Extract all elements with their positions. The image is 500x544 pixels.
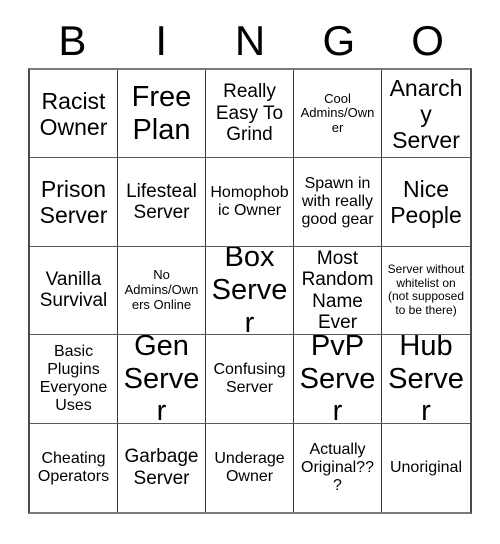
bingo-cell[interactable]: Lifesteal Server [118, 158, 206, 247]
bingo-cell[interactable]: PvP Server [294, 335, 382, 424]
bingo-cell-label: Nice People [390, 176, 462, 229]
bingo-cell[interactable]: Racist Owner [30, 70, 118, 159]
bingo-cell-label: Really Easy To Grind [215, 81, 284, 146]
bingo-cell-label: Basic Plugins Everyone Uses [39, 342, 108, 414]
bingo-cell-label: PvP Server [299, 335, 376, 424]
bingo-cell-label: Confusing Server [213, 360, 286, 396]
bingo-cell-label: Actually Original??? [301, 440, 374, 494]
bingo-header-letter-n: N [234, 17, 266, 64]
bingo-cell[interactable]: Confusing Server [206, 335, 294, 424]
bingo-cell[interactable]: Actually Original??? [294, 423, 382, 512]
bingo-header-letter-g: G [322, 17, 356, 64]
bingo-cell[interactable]: Box Server [206, 246, 294, 336]
bingo-cell-label: Server without whitelist on (not suppose… [387, 262, 465, 318]
bingo-grid: Racist Owner Free Plan Really Easy To Grin… [28, 68, 472, 514]
bingo-cell-label: Spawn in with really good gear [301, 174, 374, 229]
bingo-cell[interactable]: Spawn in with really good gear [294, 158, 382, 247]
bingo-cell[interactable]: Basic Plugins Everyone Uses [30, 335, 118, 424]
bingo-cell-label: Racist Owner [39, 87, 108, 140]
bingo-cell[interactable]: Unoriginal [382, 423, 470, 512]
bingo-cell-label: Box Server [211, 246, 288, 336]
bingo-cell[interactable]: Server without whitelist on (not suppose… [382, 246, 470, 336]
bingo-cell[interactable]: Really Easy To Grind [206, 70, 294, 159]
bingo-cell-label: Prison Server [39, 176, 108, 229]
bingo-cell[interactable]: Garbage Server [118, 423, 206, 512]
bingo-cell-label: Most Random Name Ever [301, 247, 374, 333]
bingo-cell-label: Homophobic Owner [210, 184, 289, 220]
bingo-header-letter-i: I [155, 17, 168, 64]
bingo-cell-label: Cheating Operators [37, 449, 110, 485]
bingo-cell[interactable]: Prison Server [30, 158, 118, 247]
bingo-cell-label: Vanilla Survival [39, 269, 108, 312]
bingo-cell-label: Garbage Server [124, 446, 199, 489]
bingo-header-letter-b: B [58, 17, 87, 64]
bingo-cell[interactable]: Vanilla Survival [30, 246, 118, 336]
bingo-cell[interactable]: Most Random Name Ever [294, 246, 382, 336]
bingo-cell-label: No Admins/Owners Online [124, 267, 199, 312]
bingo-cell-label: Free Plan [131, 80, 192, 146]
bingo-cell[interactable]: Cheating Operators [30, 423, 118, 512]
bingo-cell-label: Underage Owner [214, 449, 285, 485]
bingo-cell[interactable]: No Admins/Owners Online [118, 246, 206, 336]
bingo-cell[interactable]: Gen Server [118, 335, 206, 424]
bingo-cell[interactable]: Cool Admins/Owner [294, 70, 382, 159]
bingo-cell-label: Hub Server [388, 335, 464, 424]
bingo-cell[interactable]: Hub Server [382, 335, 470, 424]
bingo-cell[interactable]: Homophobic Owner [206, 158, 294, 247]
bingo-cell-label: Unoriginal [389, 458, 463, 476]
bingo-cell[interactable]: Nice People [382, 158, 470, 247]
bingo-cell-label: Anarchy Server [389, 74, 463, 153]
bingo-cell[interactable]: Anarchy Server [382, 70, 470, 159]
bingo-header-letter-o: O [411, 17, 444, 64]
bingo-card: B I N G O Racist Owner Free Plan Really Ea… [0, 0, 500, 544]
bingo-cell-label: Cool Admins/Owner [300, 90, 375, 136]
bingo-cell[interactable]: Underage Owner [206, 423, 294, 512]
bingo-cell-label: Lifesteal Server [126, 180, 197, 224]
bingo-cell-label: Gen Server [123, 335, 200, 424]
bingo-cell[interactable]: Free Plan [118, 70, 206, 159]
bingo-header-row: B I N G O [28, 14, 472, 68]
